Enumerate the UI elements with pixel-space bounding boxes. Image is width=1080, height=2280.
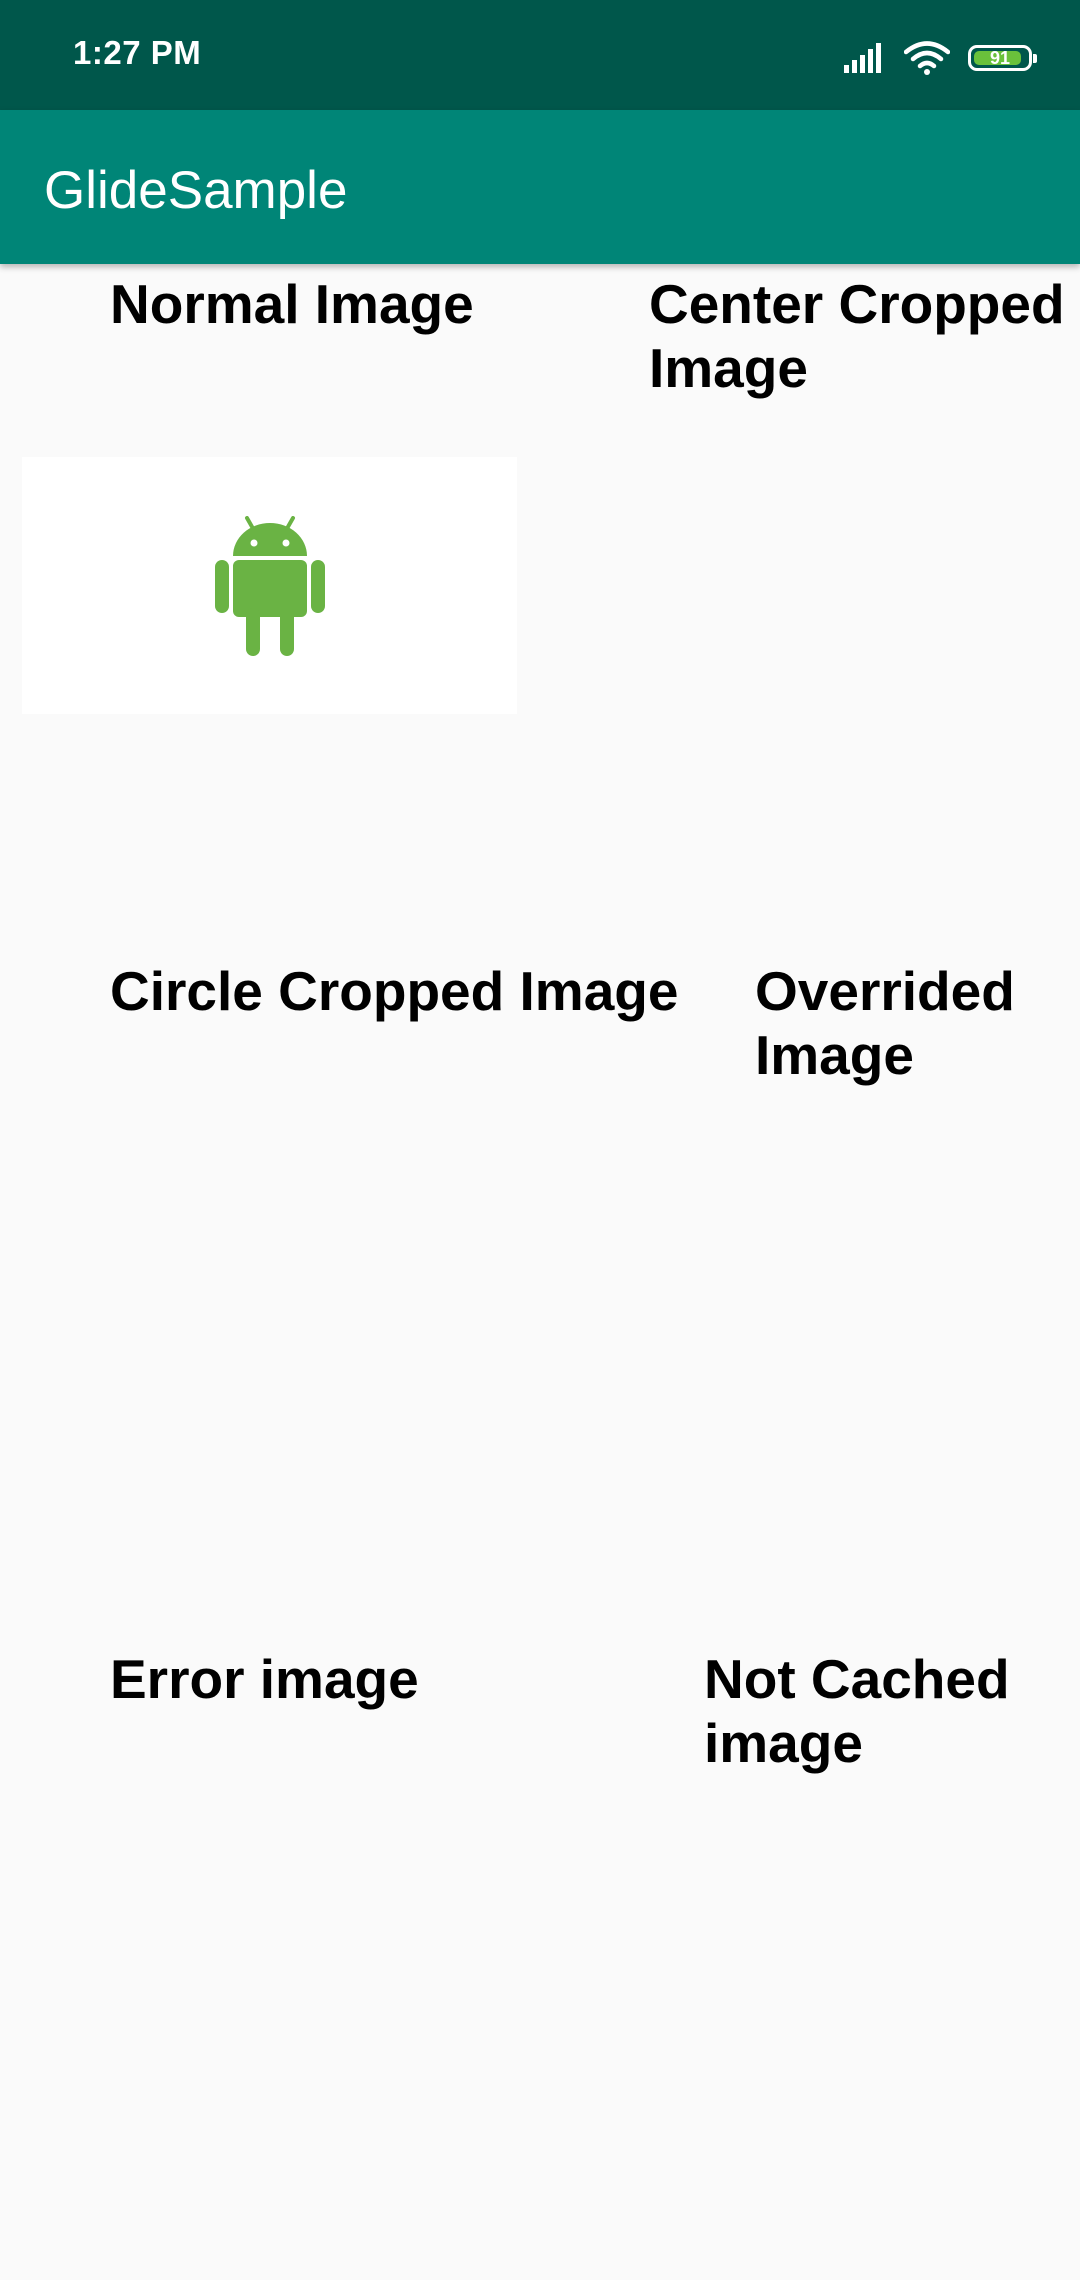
not-cached-image-label: Not Cached image [704, 1648, 1010, 1774]
circle-cropped-image-label: Circle Cropped Image [110, 960, 679, 1022]
battery-icon: 91 [968, 45, 1037, 71]
android-logo-icon [214, 515, 325, 656]
center-cropped-image-label: Center Cropped Image [649, 273, 1065, 399]
app-bar: GlideSample [0, 110, 1080, 264]
normal-image [22, 457, 517, 714]
normal-image-label: Normal Image [110, 273, 474, 335]
overrided-image-label: Overrided Image [755, 960, 1015, 1086]
status-icons: 91 [844, 38, 1037, 78]
app-title: GlideSample [44, 161, 348, 220]
battery-tip [1033, 54, 1037, 63]
wifi-icon [904, 41, 950, 75]
error-image-label: Error image [110, 1648, 419, 1710]
status-time: 1:27 PM [73, 34, 202, 71]
status-bar: 1:27 PM 91 [0, 0, 1080, 110]
signal-icon [844, 43, 881, 73]
battery-level-text: 91 [989, 48, 1011, 68]
